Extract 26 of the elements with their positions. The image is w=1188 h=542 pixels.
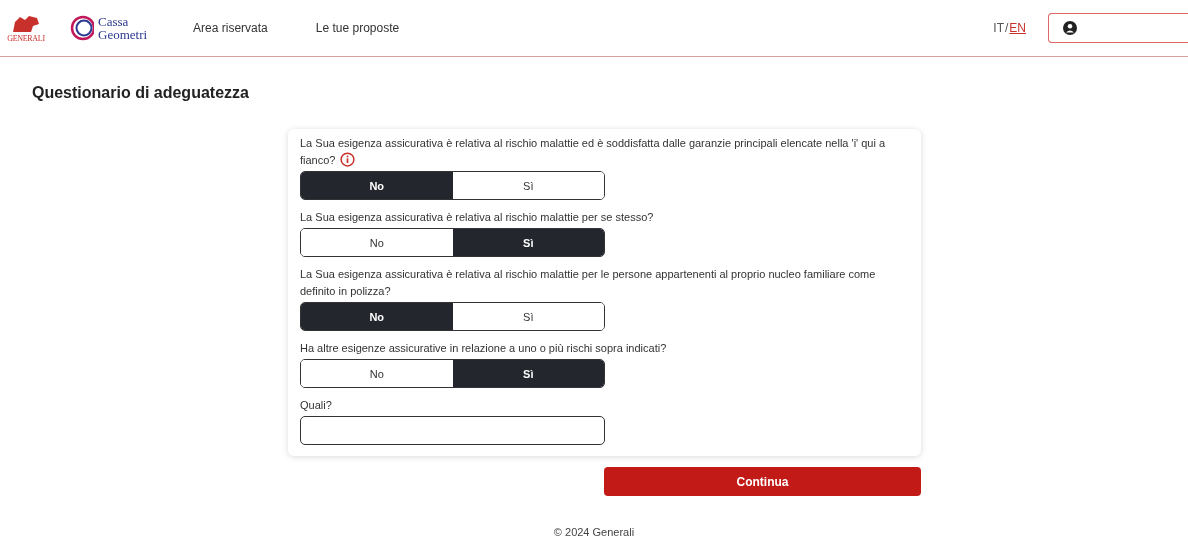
question-text: La Sua esigenza assicurativa è relativa al rischio malattie per le persone appartenenti al proprio nucleo familiare come definito in polizza? <box>300 267 877 299</box>
lion-logo-icon <box>11 13 41 34</box>
question-text: La Sua esigenza assicurativa è relativa al rischio malattie ed è soddisfatta dalle garanzie principali elencate nella 'i' qui a fianco? <box>300 136 887 169</box>
option-button[interactable]: Sì <box>452 229 604 256</box>
page-title: Questionario di adeguatezza <box>32 84 250 102</box>
question-text: La Sua esigenza assicurativa è relativa al rischio malattie per se stesso? <box>300 210 655 225</box>
question-text: Ha altre esigenze assicurative in relazione a uno o più rischi sopra indicati? <box>300 341 668 356</box>
answer-field[interactable] <box>300 416 605 445</box>
option-button[interactable]: No <box>301 172 453 199</box>
language-separator: / <box>1005 21 1009 35</box>
user-icon <box>1063 21 1077 35</box>
question-text: Quali? <box>300 398 333 413</box>
brand-name: GENERALI <box>7 33 45 43</box>
info-icon[interactable] <box>340 152 356 167</box>
continue-button[interactable]: Continua <box>604 467 921 496</box>
copyright-text: © 2024 Generali <box>552 526 636 538</box>
nav-link[interactable]: Area riservata <box>193 21 268 35</box>
ring-logo-icon <box>70 14 94 42</box>
partner-name: Geometri <box>98 28 148 41</box>
option-button[interactable]: Sì <box>452 360 604 387</box>
partner-name: Cassa <box>98 15 130 28</box>
nav-link[interactable]: Le tue proposte <box>315 21 400 35</box>
language-link[interactable]: EN <box>1009 21 1026 35</box>
language-link[interactable]: IT <box>993 21 1004 35</box>
option-button[interactable]: No <box>301 303 453 330</box>
account-button[interactable] <box>1048 13 1188 43</box>
